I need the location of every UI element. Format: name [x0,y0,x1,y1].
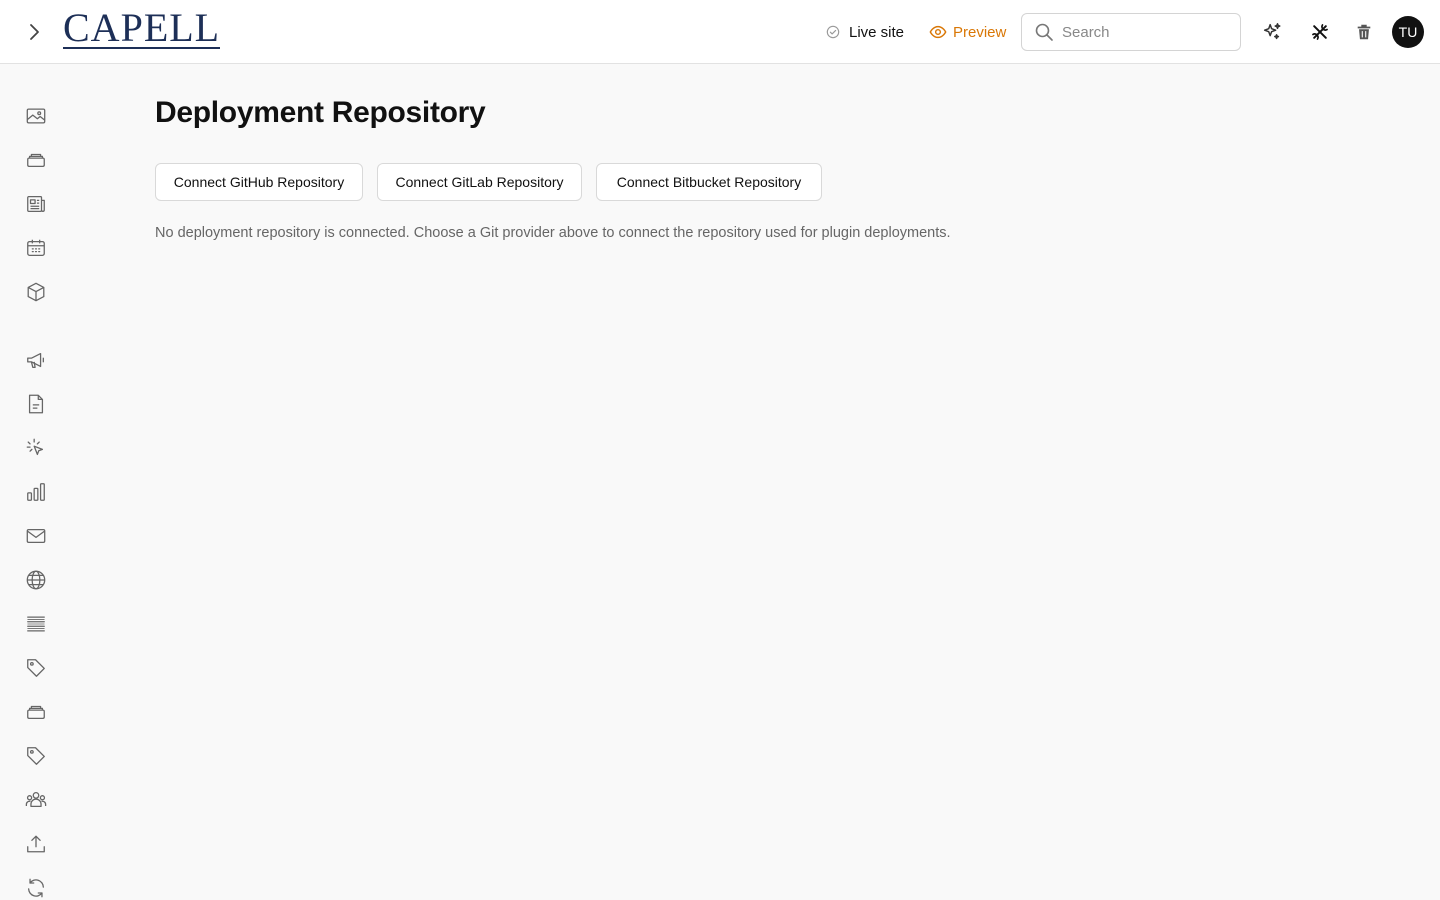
connect-github-button[interactable]: Connect GitHub Repository [155,163,363,201]
sidebar-item-media[interactable] [22,102,50,130]
sidebar-item-pages[interactable] [22,390,50,418]
tag-icon [27,659,45,677]
preview-label: Preview [953,23,1007,41]
search-input[interactable] [1062,23,1222,41]
megaphone-icon [27,352,44,368]
brand-logo[interactable]: CAPELL [63,5,221,50]
sidebar-item-labels[interactable] [22,742,50,770]
trash-icon [1357,24,1371,40]
avatar[interactable]: TU [1392,16,1424,48]
live-site-label: Live site [849,23,905,41]
page-title: Deployment Repository [155,96,486,129]
newspaper-icon [27,196,45,212]
tools-icon [1312,24,1328,40]
sidebar-item-menus[interactable] [22,610,50,638]
users-icon [25,792,47,808]
globe-icon [26,570,46,590]
sidebar-item-categories[interactable] [22,698,50,726]
chevron-right-icon [30,24,39,40]
sparkles-icon [1263,23,1281,40]
trash-button[interactable] [1350,18,1378,46]
sidebar-item-upload[interactable] [22,830,50,858]
logo-underline [63,47,221,49]
expand-sidebar-button[interactable] [20,18,48,46]
connect-bitbucket-button[interactable]: Connect Bitbucket Repository [596,163,822,201]
ai-assistant-button[interactable] [1258,18,1286,46]
sidebar-item-users[interactable] [22,786,50,814]
tools-button[interactable] [1306,18,1334,46]
sidebar-item-articles[interactable] [22,190,50,218]
check-circle-icon [826,25,840,39]
sidebar-item-products[interactable] [22,278,50,306]
top-bar: CAPELL Live site Preview TU [0,0,1440,64]
preview-link[interactable]: Preview [929,20,1006,44]
empty-state-message: No deployment repository is connected. C… [155,225,951,241]
sidebar-item-sites[interactable] [22,566,50,594]
sidebar-item-analytics[interactable] [22,478,50,506]
document-icon [28,394,44,414]
sidebar-item-collections[interactable] [22,146,50,174]
layers-icon [27,705,45,720]
list-icon [27,616,45,632]
image-icon [26,108,46,124]
mail-icon [26,528,46,544]
refresh-icon [28,878,44,898]
upload-icon [27,835,45,853]
box-icon [27,282,45,302]
layers-icon [27,153,45,168]
tag-icon [27,747,45,765]
sidebar [0,65,72,900]
search-box[interactable] [1021,13,1241,51]
connect-gitlab-button[interactable]: Connect GitLab Repository [377,163,582,201]
sidebar-item-interactions[interactable] [22,434,50,462]
sidebar-item-tags[interactable] [22,654,50,682]
calendar-icon [27,239,45,256]
bar-chart-icon [27,483,45,501]
live-site-link[interactable]: Live site [826,20,904,44]
search-icon [1035,23,1053,41]
sidebar-item-sync[interactable] [22,874,50,900]
eye-icon [929,25,947,39]
sidebar-item-announcements[interactable] [22,346,50,374]
sidebar-item-mail[interactable] [22,522,50,550]
sidebar-item-events[interactable] [22,234,50,262]
logo-text: CAPELL [63,5,221,50]
cursor-click-icon [26,438,44,456]
